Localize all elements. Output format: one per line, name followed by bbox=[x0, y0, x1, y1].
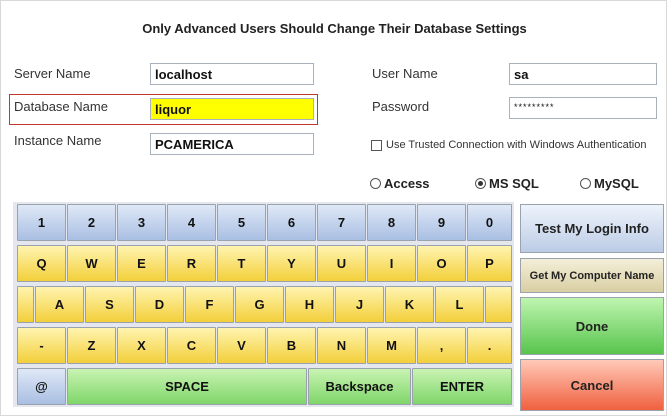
db-type-mysql[interactable]: MySQL bbox=[580, 176, 639, 191]
key-l[interactable]: L bbox=[435, 286, 484, 323]
db-type-access-label: Access bbox=[384, 176, 430, 191]
key-v[interactable]: V bbox=[217, 327, 266, 364]
test-login-button[interactable]: Test My Login Info bbox=[520, 204, 664, 253]
key-a[interactable]: A bbox=[35, 286, 84, 323]
key-c[interactable]: C bbox=[167, 327, 216, 364]
key-5[interactable]: 5 bbox=[217, 204, 266, 241]
database-settings-window: Only Advanced Users Should Change Their … bbox=[0, 0, 667, 416]
db-type-access[interactable]: Access bbox=[370, 176, 430, 191]
instance-name-field[interactable]: PCAMERICA bbox=[150, 133, 314, 155]
password-field[interactable]: ********* bbox=[509, 97, 657, 119]
key-4[interactable]: 4 bbox=[167, 204, 216, 241]
done-button[interactable]: Done bbox=[520, 297, 664, 355]
key-backspace[interactable]: Backspace bbox=[308, 368, 411, 405]
key-2[interactable]: 2 bbox=[67, 204, 116, 241]
key-space[interactable]: SPACE bbox=[67, 368, 307, 405]
key-o[interactable]: O bbox=[417, 245, 466, 282]
key-t[interactable]: T bbox=[217, 245, 266, 282]
key-y[interactable]: Y bbox=[267, 245, 316, 282]
radio-icon bbox=[370, 178, 381, 189]
radio-icon bbox=[580, 178, 591, 189]
page-title: Only Advanced Users Should Change Their … bbox=[142, 21, 527, 36]
get-computer-name-button[interactable]: Get My Computer Name bbox=[520, 258, 664, 293]
server-name-field[interactable]: localhost bbox=[150, 63, 314, 85]
key-7[interactable]: 7 bbox=[317, 204, 366, 241]
key-x[interactable]: X bbox=[117, 327, 166, 364]
trusted-connection-checkbox[interactable] bbox=[371, 139, 382, 151]
key-1[interactable]: 1 bbox=[17, 204, 66, 241]
key-g[interactable]: G bbox=[235, 286, 284, 323]
key-6[interactable]: 6 bbox=[267, 204, 316, 241]
key-p[interactable]: P bbox=[467, 245, 512, 282]
key-q[interactable]: Q bbox=[17, 245, 66, 282]
key-s[interactable]: S bbox=[85, 286, 134, 323]
key-z[interactable]: Z bbox=[67, 327, 116, 364]
key-8[interactable]: 8 bbox=[367, 204, 416, 241]
key-e[interactable]: E bbox=[117, 245, 166, 282]
password-label: Password bbox=[372, 99, 430, 114]
server-name-label: Server Name bbox=[14, 66, 91, 81]
key-h[interactable]: H bbox=[285, 286, 334, 323]
db-type-mssql-label: MS SQL bbox=[489, 176, 539, 191]
key-3[interactable]: 3 bbox=[117, 204, 166, 241]
key-dash[interactable]: - bbox=[17, 327, 66, 364]
key-row3-spacer-left bbox=[17, 286, 34, 323]
cancel-button[interactable]: Cancel bbox=[520, 359, 664, 411]
key-0[interactable]: 0 bbox=[467, 204, 512, 241]
key-n[interactable]: N bbox=[317, 327, 366, 364]
db-type-mysql-label: MySQL bbox=[594, 176, 639, 191]
trusted-connection-label: Use Trusted Connection with Windows Auth… bbox=[386, 139, 647, 151]
instance-name-label: Instance Name bbox=[14, 133, 102, 148]
key-i[interactable]: I bbox=[367, 245, 416, 282]
key-w[interactable]: W bbox=[67, 245, 116, 282]
radio-selected-icon bbox=[475, 178, 486, 189]
database-name-field[interactable]: liquor bbox=[150, 98, 314, 120]
user-name-label: User Name bbox=[372, 66, 438, 81]
key-comma[interactable]: , bbox=[417, 327, 466, 364]
key-row3-spacer-right bbox=[485, 286, 512, 323]
key-period[interactable]: . bbox=[467, 327, 512, 364]
key-m[interactable]: M bbox=[367, 327, 416, 364]
key-d[interactable]: D bbox=[135, 286, 184, 323]
db-type-mssql[interactable]: MS SQL bbox=[475, 176, 539, 191]
key-r[interactable]: R bbox=[167, 245, 216, 282]
database-name-label: Database Name bbox=[14, 99, 108, 114]
key-u[interactable]: U bbox=[317, 245, 366, 282]
key-at[interactable]: @ bbox=[17, 368, 66, 405]
key-enter[interactable]: ENTER bbox=[412, 368, 512, 405]
user-name-field[interactable]: sa bbox=[509, 63, 657, 85]
key-f[interactable]: F bbox=[185, 286, 234, 323]
key-9[interactable]: 9 bbox=[417, 204, 466, 241]
trusted-connection-row[interactable]: Use Trusted Connection with Windows Auth… bbox=[371, 139, 646, 151]
key-b[interactable]: B bbox=[267, 327, 316, 364]
key-j[interactable]: J bbox=[335, 286, 384, 323]
key-k[interactable]: K bbox=[385, 286, 434, 323]
